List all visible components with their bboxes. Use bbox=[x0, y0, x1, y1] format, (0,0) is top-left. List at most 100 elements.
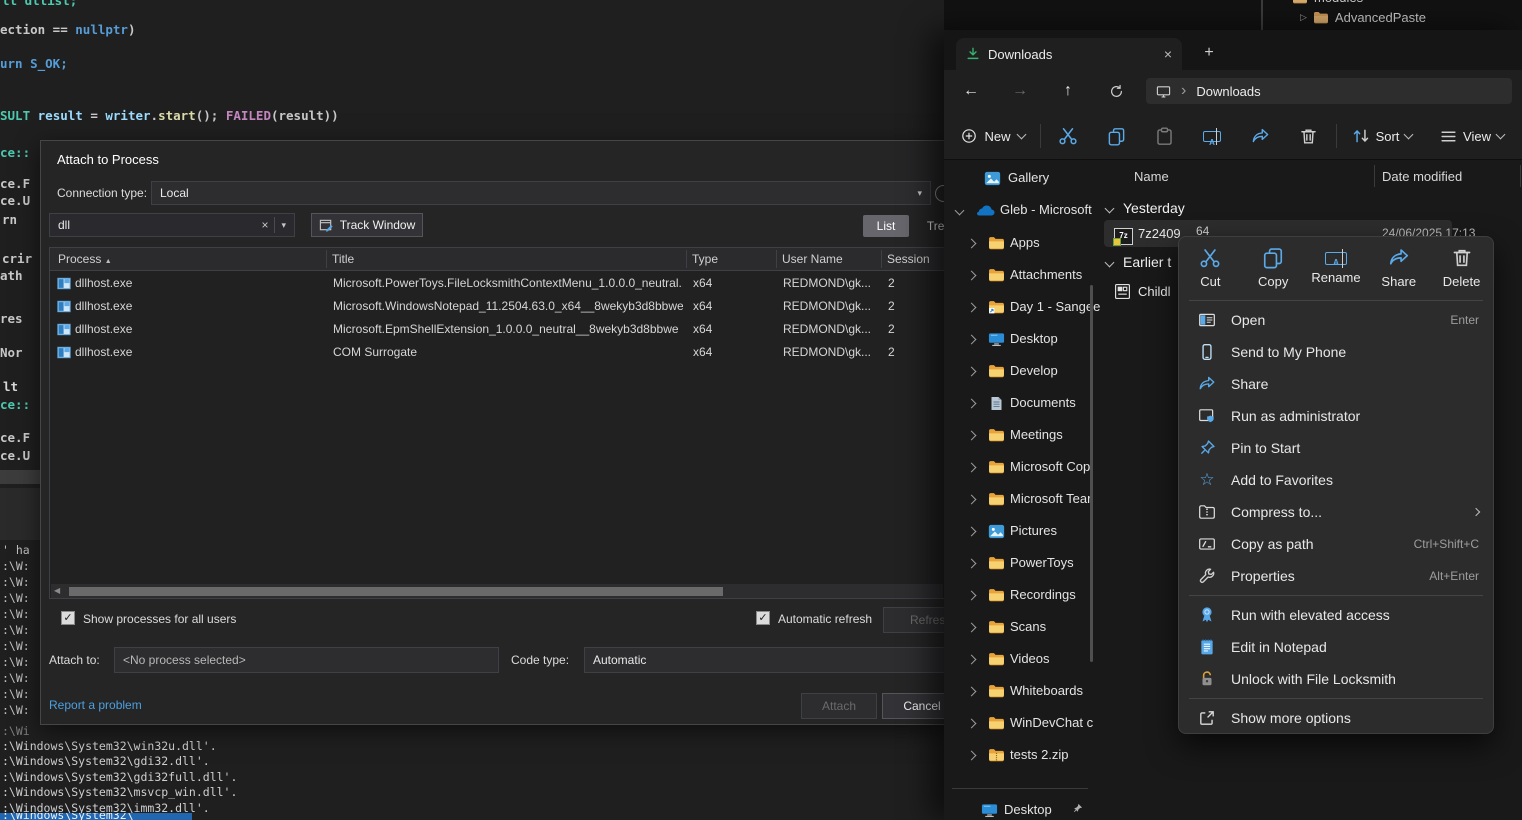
menu-item-properties[interactable]: Properties Alt+Enter bbox=[1179, 560, 1493, 592]
process-filter-input[interactable]: dll × ▾ bbox=[49, 213, 295, 237]
column-header-date[interactable]: Date modified bbox=[1382, 169, 1462, 184]
scrollbar[interactable] bbox=[1261, 0, 1263, 30]
automatic-refresh-checkbox[interactable]: ✓ bbox=[756, 611, 770, 625]
paste-button[interactable] bbox=[1144, 121, 1184, 151]
breadcrumb[interactable]: Downloads bbox=[1196, 84, 1260, 99]
menu-item-add-to-favorites[interactable]: ☆ Add to Favorites bbox=[1179, 464, 1493, 496]
new-tab-button[interactable]: + bbox=[1196, 40, 1222, 66]
connection-type-combobox[interactable]: Local ▾ bbox=[151, 181, 931, 205]
table-row[interactable]: dllhost.exe Microsoft.EpmShellExtension_… bbox=[51, 318, 943, 341]
column-header-user[interactable]: User Name bbox=[782, 252, 843, 266]
chevron-right-icon[interactable] bbox=[967, 366, 977, 376]
chevron-right-icon[interactable] bbox=[967, 334, 977, 344]
table-row[interactable]: dllhost.exe Microsoft.WindowsNotepad_11.… bbox=[51, 295, 943, 318]
back-button[interactable]: ← bbox=[957, 78, 985, 104]
sidebar-item-videos[interactable]: Videos bbox=[944, 645, 1096, 673]
menu-item-pin-to-start[interactable]: Pin to Start bbox=[1179, 432, 1493, 464]
chevron-right-icon[interactable] bbox=[967, 718, 977, 728]
sidebar-item-pinned-desktop[interactable]: Desktop bbox=[944, 796, 1096, 820]
share-button[interactable]: Share bbox=[1370, 247, 1428, 289]
menu-item-run-with-elevated-access[interactable]: Run with elevated access bbox=[1179, 599, 1493, 631]
sidebar-item-windevchat[interactable]: WinDevChat c bbox=[944, 709, 1096, 737]
sidebar-item-pictures[interactable]: Pictures bbox=[944, 517, 1096, 545]
cut-button[interactable]: Cut bbox=[1181, 247, 1239, 289]
attach-button[interactable]: Attach bbox=[801, 693, 877, 719]
chevron-right-icon[interactable] bbox=[967, 686, 977, 696]
column-header-type[interactable]: Type bbox=[692, 252, 718, 266]
sidebar-item-desktop[interactable]: Desktop bbox=[944, 325, 1096, 353]
chevron-right-icon[interactable] bbox=[967, 302, 977, 312]
tree-item-modules[interactable]: modules bbox=[1292, 0, 1363, 5]
sidebar-item-scans[interactable]: Scans bbox=[944, 613, 1096, 641]
chevron-down-icon[interactable]: ▾ bbox=[917, 188, 922, 199]
copy-button[interactable] bbox=[1096, 121, 1136, 151]
chevron-right-icon[interactable] bbox=[967, 558, 977, 568]
chevron-right-icon[interactable] bbox=[967, 430, 977, 440]
sidebar-item-recordings[interactable]: Recordings bbox=[944, 581, 1096, 609]
sidebar-item-onedrive[interactable]: Gleb - Microsoft bbox=[944, 196, 1096, 224]
delete-button[interactable]: Delete bbox=[1433, 247, 1491, 289]
sidebar-item-attachments[interactable]: Attachments bbox=[944, 261, 1096, 289]
tree-expander-icon[interactable]: ▷ bbox=[1300, 12, 1307, 23]
report-problem-link[interactable]: Report a problem bbox=[49, 698, 142, 712]
menu-item-unlock-file-locksmith[interactable]: Unlock with File Locksmith bbox=[1179, 663, 1493, 695]
delete-button[interactable] bbox=[1288, 121, 1328, 151]
chevron-right-icon[interactable] bbox=[967, 654, 977, 664]
view-button[interactable]: View bbox=[1432, 122, 1512, 150]
forward-button[interactable]: → bbox=[1006, 78, 1034, 104]
sort-button[interactable]: Sort bbox=[1344, 122, 1420, 150]
track-window-button[interactable]: Track Window bbox=[311, 213, 423, 237]
close-icon[interactable]: × bbox=[1164, 46, 1172, 62]
table-row[interactable]: dllhost.exe Microsoft.PowerToys.FileLock… bbox=[51, 272, 943, 295]
copy-button[interactable]: Copy bbox=[1244, 247, 1302, 289]
chevron-right-icon[interactable] bbox=[967, 590, 977, 600]
refresh-button[interactable] bbox=[1102, 78, 1130, 104]
scrollbar-thumb[interactable] bbox=[69, 587, 723, 596]
chevron-right-icon[interactable] bbox=[967, 462, 977, 472]
view-list-button[interactable]: List bbox=[863, 215, 909, 237]
sidebar-item-microsoft-tear[interactable]: Microsoft Tear bbox=[944, 485, 1096, 513]
sidebar-item-apps[interactable]: Apps bbox=[944, 229, 1096, 257]
chevron-right-icon[interactable] bbox=[967, 238, 977, 248]
code-type-combobox[interactable]: Automatic bbox=[584, 647, 945, 673]
sidebar-item-meetings[interactable]: Meetings bbox=[944, 421, 1096, 449]
table-row[interactable]: dllhost.exe COM Surrogate x64 REDMOND\gk… bbox=[51, 341, 943, 364]
menu-item-copy-as-path[interactable]: Copy as path Ctrl+Shift+C bbox=[1179, 528, 1493, 560]
address-bar[interactable]: › Downloads bbox=[1146, 78, 1512, 104]
chevron-right-icon[interactable] bbox=[967, 398, 977, 408]
horizontal-scrollbar[interactable]: ◀ bbox=[51, 584, 943, 598]
sidebar-item-day1[interactable]: Day 1 - Sangee bbox=[944, 293, 1096, 321]
up-button[interactable]: ↑ bbox=[1054, 78, 1082, 104]
sidebar-item-whiteboards[interactable]: Whiteboards bbox=[944, 677, 1096, 705]
sidebar-item-powertoys[interactable]: PowerToys bbox=[944, 549, 1096, 577]
cut-button[interactable] bbox=[1048, 121, 1088, 151]
chevron-down-icon[interactable]: ▾ bbox=[281, 220, 286, 231]
scroll-left-icon[interactable]: ◀ bbox=[54, 586, 60, 595]
column-header-session[interactable]: Session bbox=[887, 252, 930, 266]
rename-button[interactable]: A Rename bbox=[1307, 252, 1365, 285]
group-header-yesterday[interactable]: Yesterday bbox=[1106, 200, 1185, 216]
sidebar-item-microsoft-cop[interactable]: Microsoft Cop bbox=[944, 453, 1096, 481]
share-button[interactable] bbox=[1240, 121, 1280, 151]
column-header-title[interactable]: Title bbox=[332, 252, 354, 266]
chevron-right-icon[interactable] bbox=[967, 622, 977, 632]
sidebar-scrollbar[interactable] bbox=[1090, 285, 1093, 662]
menu-item-open[interactable]: Open Enter bbox=[1179, 304, 1493, 336]
chevron-right-icon[interactable] bbox=[967, 526, 977, 536]
attach-to-field[interactable]: <No process selected> bbox=[114, 647, 499, 673]
menu-item-send-to-phone[interactable]: Send to My Phone bbox=[1179, 336, 1493, 368]
menu-item-run-as-administrator[interactable]: Run as administrator bbox=[1179, 400, 1493, 432]
chevron-right-icon[interactable] bbox=[967, 494, 977, 504]
rename-button[interactable]: A bbox=[1192, 121, 1232, 151]
tree-item-advancedpaste[interactable]: ▷ AdvancedPaste bbox=[1300, 10, 1426, 25]
chevron-down-icon[interactable] bbox=[955, 205, 965, 215]
clear-icon[interactable]: × bbox=[261, 218, 268, 232]
chevron-right-icon[interactable] bbox=[967, 750, 977, 760]
new-button[interactable]: New bbox=[954, 122, 1032, 150]
show-all-users-checkbox[interactable]: ✓ bbox=[61, 611, 75, 625]
menu-item-share[interactable]: Share bbox=[1179, 368, 1493, 400]
sidebar-item-develop[interactable]: Develop bbox=[944, 357, 1096, 385]
menu-item-edit-in-notepad[interactable]: Edit in Notepad bbox=[1179, 631, 1493, 663]
sidebar-item-tests-zip[interactable]: tests 2.zip bbox=[944, 741, 1096, 769]
column-header-process[interactable]: Process ▲ bbox=[58, 252, 112, 266]
